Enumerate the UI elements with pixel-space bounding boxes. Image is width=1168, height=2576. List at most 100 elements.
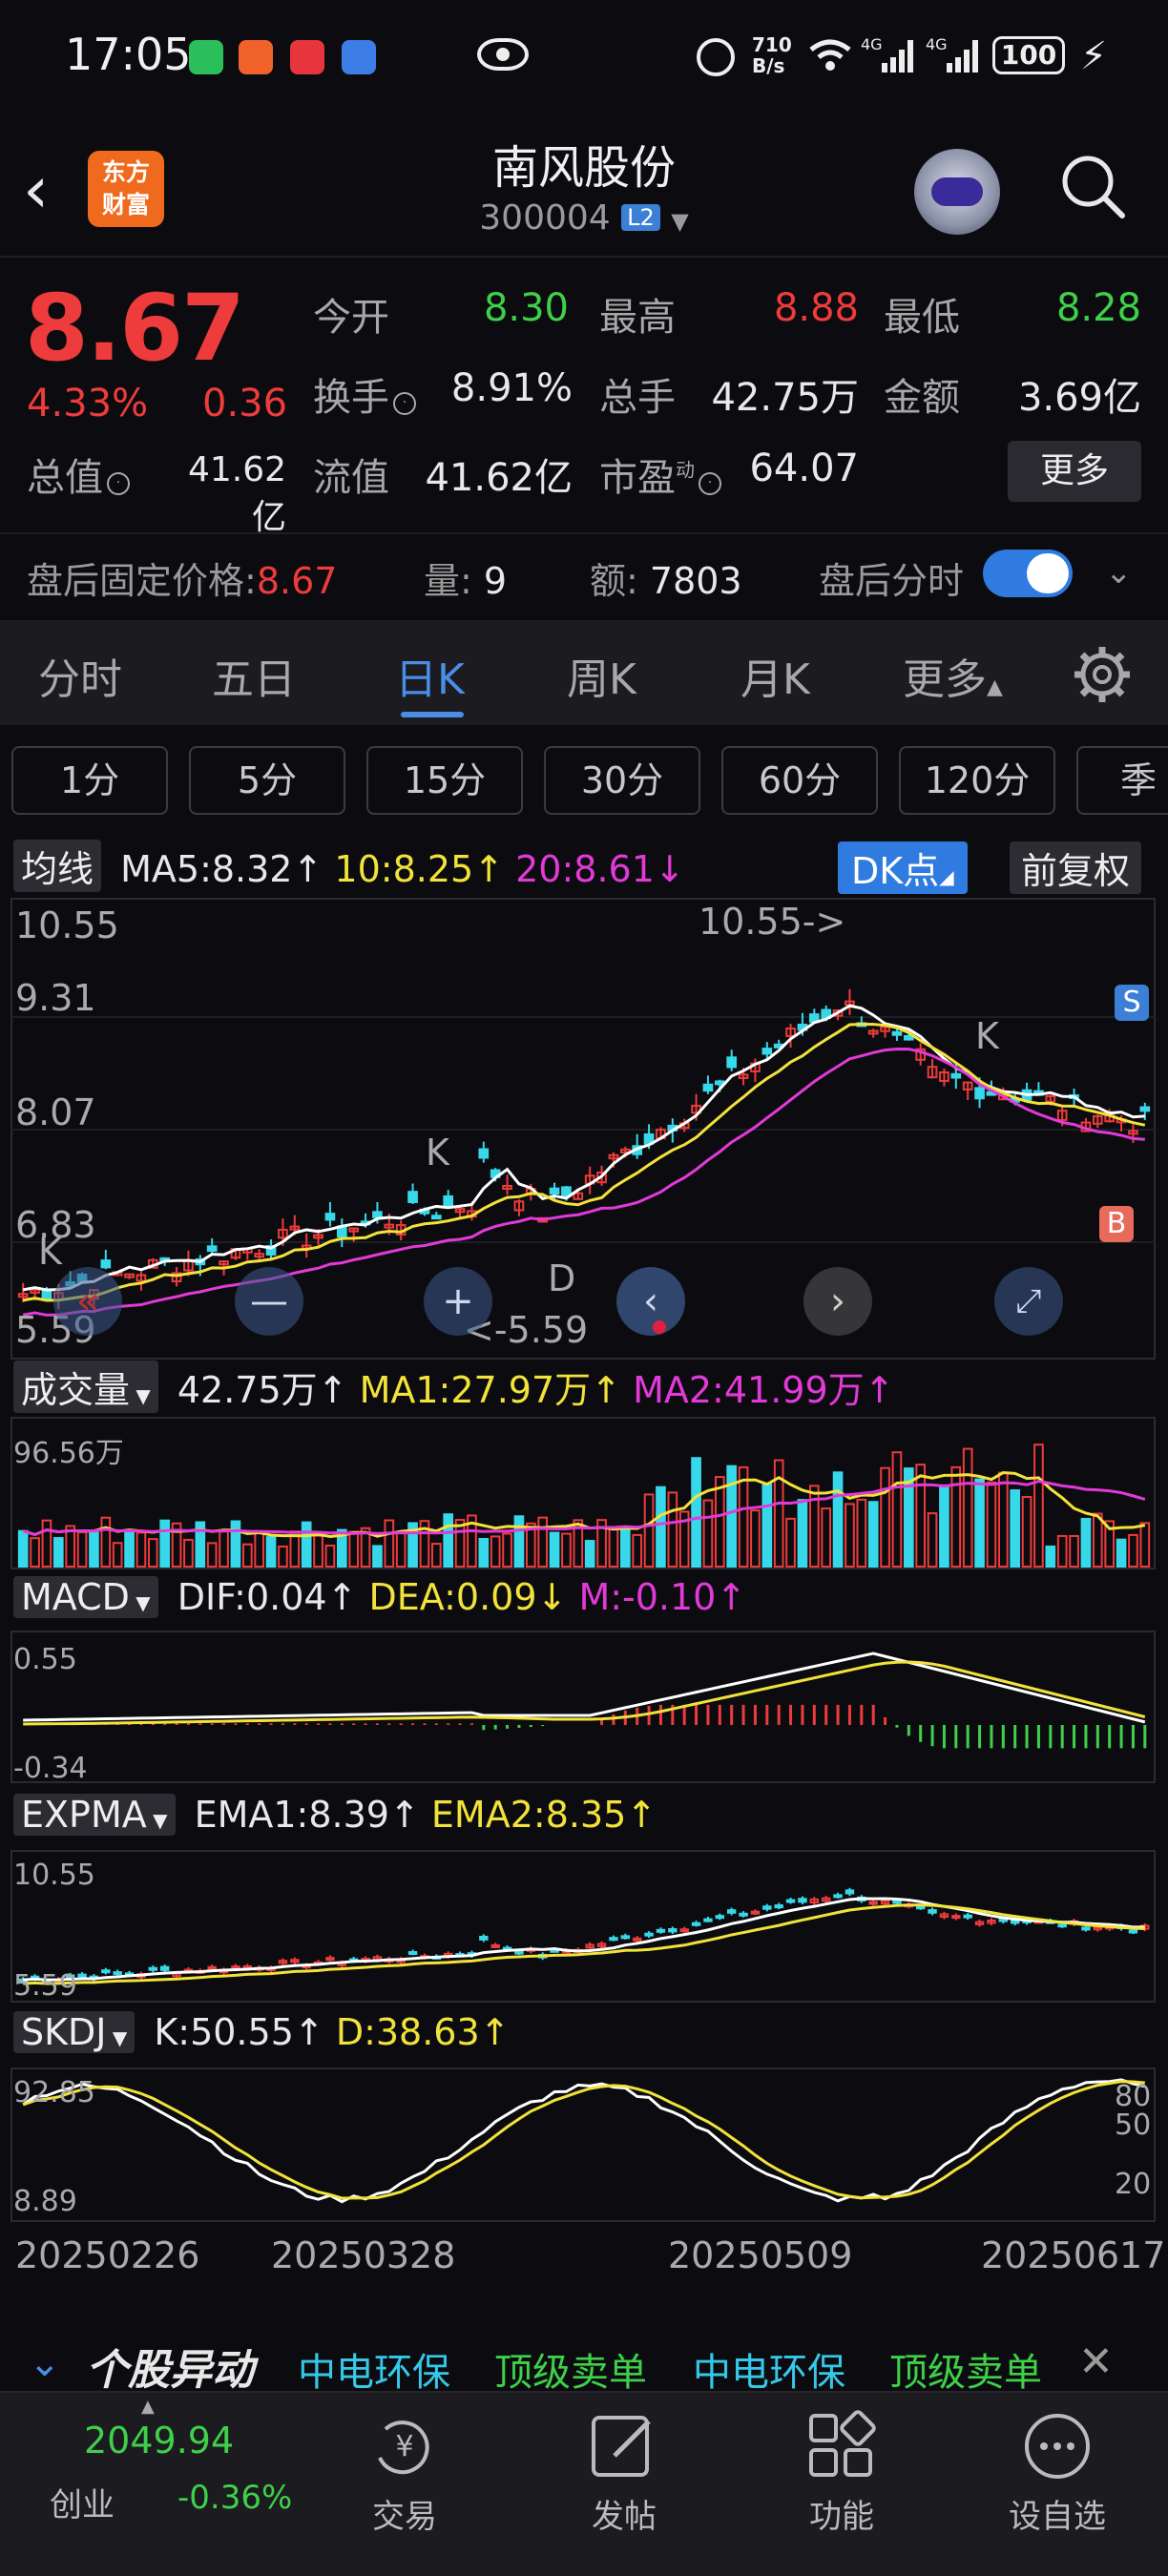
gear-icon[interactable] xyxy=(1073,645,1132,704)
zoom-in-icon[interactable]: + xyxy=(424,1267,492,1336)
nav-add-watchlist[interactable]: 设自选 xyxy=(981,2490,1134,2537)
candle-body xyxy=(549,1187,560,1195)
volume-bar xyxy=(632,1533,643,1568)
expma-ema2: EMA2:8.35↑ xyxy=(430,1794,657,1836)
ticker-item[interactable]: 中电环保 xyxy=(693,2341,845,2397)
info-icon[interactable]: · xyxy=(393,392,416,415)
expma-candle-body xyxy=(774,1904,783,1909)
candle-body xyxy=(761,1048,773,1055)
volume-bar xyxy=(785,1517,796,1568)
volume-bar xyxy=(348,1530,360,1568)
more-button[interactable]: 更多 xyxy=(1008,441,1141,502)
interval-60m-button[interactable]: 60分 xyxy=(721,746,878,815)
volume-bar xyxy=(656,1485,666,1568)
interval-5m-button[interactable]: 5分 xyxy=(189,746,345,815)
expma-candle-body xyxy=(101,1969,111,1974)
wifi-icon xyxy=(807,34,853,81)
alarm-icon xyxy=(697,38,735,76)
volume-bar xyxy=(478,1537,490,1568)
macd-chart[interactable] xyxy=(0,1630,1168,1784)
interval-season-button[interactable]: 季 xyxy=(1076,746,1168,815)
post-icon[interactable] xyxy=(586,2408,662,2484)
interval-120m-button[interactable]: 120分 xyxy=(899,746,1055,815)
expma-candle-body xyxy=(159,1965,170,1971)
high-marker: 10.55-> xyxy=(699,901,846,943)
k-signal: K xyxy=(975,1015,999,1057)
volume-bar xyxy=(76,1530,88,1568)
volume-bar xyxy=(41,1519,52,1568)
expma-candle-body xyxy=(691,1922,701,1926)
ticker-item[interactable]: 顶级卖单 xyxy=(889,2341,1042,2397)
volume-bar xyxy=(915,1464,927,1568)
candle-body xyxy=(478,1148,490,1159)
kline-y-label: 9.31 xyxy=(15,977,96,1019)
fullscreen-icon[interactable]: ⤢ xyxy=(994,1267,1063,1336)
search-icon[interactable] xyxy=(1059,153,1126,219)
rewind-icon[interactable]: « xyxy=(53,1267,122,1336)
close-icon[interactable]: ✕ xyxy=(1078,2337,1114,2386)
chart-frame xyxy=(10,1631,1156,1783)
ma-selector[interactable]: 均线 xyxy=(13,840,102,892)
candle-body xyxy=(443,1195,454,1208)
ma20-value: 20:8.61↓ xyxy=(515,848,685,890)
tab-more[interactable]: 更多▲ xyxy=(903,645,1003,706)
tab-intraday[interactable]: 分时 xyxy=(38,645,122,706)
tab-daily-k[interactable]: 日K xyxy=(395,645,465,706)
change-amount: 0.36 xyxy=(202,382,288,426)
open-label: 今开 xyxy=(313,296,389,340)
volume-bar xyxy=(891,1451,903,1568)
skdj-selector[interactable]: SKDJ ▼ xyxy=(13,2011,136,2053)
divider xyxy=(0,256,1168,258)
kline-chart[interactable] xyxy=(0,897,1168,1361)
skdj-chart[interactable] xyxy=(0,2067,1168,2223)
ticker-item[interactable]: 顶级卖单 xyxy=(494,2341,647,2397)
high-value: 8.88 xyxy=(773,286,859,330)
volume-bar xyxy=(702,1499,714,1568)
volume-bar xyxy=(52,1537,64,1568)
nav-post[interactable]: 发帖 xyxy=(548,2490,700,2537)
caret-up-icon: ▲ xyxy=(987,675,1003,699)
interval-15m-button[interactable]: 15分 xyxy=(366,746,523,815)
nav-function[interactable]: 功能 xyxy=(765,2490,918,2537)
expma-candle-body xyxy=(1010,1920,1020,1924)
zoom-out-icon[interactable]: — xyxy=(235,1267,303,1336)
volume-bar xyxy=(880,1466,890,1568)
volume-bar xyxy=(974,1478,985,1568)
expma-candle-body xyxy=(703,1918,713,1922)
period-tabs: 分时 五日 日K 周K 月K 更多▲ xyxy=(0,620,1168,725)
info-icon[interactable]: · xyxy=(107,472,130,495)
expma-candle-body xyxy=(514,1950,524,1955)
tab-monthly-k[interactable]: 月K xyxy=(740,645,810,706)
volume-bar xyxy=(1139,1522,1151,1568)
volume-chart[interactable] xyxy=(0,1416,1168,1570)
expma-selector[interactable]: EXPMA ▼ xyxy=(13,1794,176,1836)
index-value[interactable]: 2049.94 xyxy=(84,2420,234,2462)
volume-selector[interactable]: 成交量 ▼ xyxy=(13,1361,158,1413)
macd-selector[interactable]: MACD ▼ xyxy=(13,1576,158,1618)
dk-point-button[interactable]: DK点◢ xyxy=(838,841,968,894)
expma-candle-body xyxy=(739,1912,748,1917)
expma-candle-body xyxy=(762,1905,772,1910)
tab-weekly-k[interactable]: 周K xyxy=(567,645,636,706)
volume-bar xyxy=(714,1476,725,1568)
interval-30m-button[interactable]: 30分 xyxy=(544,746,700,815)
chevron-down-icon[interactable]: ⌄ xyxy=(1105,553,1133,592)
function-grid-icon[interactable] xyxy=(803,2408,880,2484)
chevron-down-icon[interactable]: ⌄ xyxy=(29,2341,61,2385)
info-icon[interactable]: · xyxy=(699,472,721,495)
scroll-right-icon[interactable]: › xyxy=(803,1267,872,1336)
turnover-label: 换手 · xyxy=(313,366,416,422)
expma-chart[interactable] xyxy=(0,1849,1168,2004)
volume-bar xyxy=(761,1483,773,1568)
nav-trade[interactable]: 交易 xyxy=(328,2490,481,2537)
ticker-item[interactable]: 中电环保 xyxy=(298,2341,450,2397)
trade-icon[interactable]: ¥ xyxy=(366,2408,443,2484)
scroll-left-icon[interactable]: ‹ xyxy=(616,1267,685,1336)
tab-five-day[interactable]: 五日 xyxy=(212,645,296,706)
svg-text:¥: ¥ xyxy=(395,2430,413,2463)
after-hours-toggle-label: 盘后分时 xyxy=(819,560,965,602)
more-dots-icon[interactable] xyxy=(1019,2408,1095,2484)
interval-1m-button[interactable]: 1分 xyxy=(11,746,168,815)
volume-ma1: MA1:27.97万↑ xyxy=(359,1369,621,1411)
adjustment-button[interactable]: 前复权 xyxy=(1010,841,1142,894)
